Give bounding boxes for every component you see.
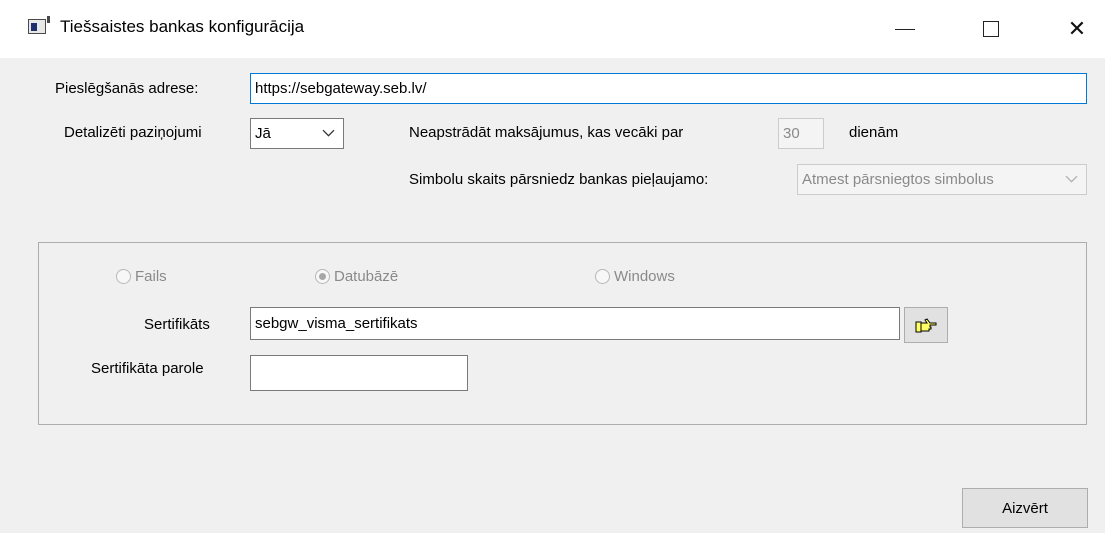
address-label: Pieslēgšanās adrese: — [55, 80, 199, 97]
radio-windows-label: Windows — [614, 268, 675, 285]
address-value: https://sebgateway.seb.lv/ — [255, 80, 427, 97]
skip-payments-label: Neapstrādāt maksājumus, kas vecāki par — [409, 124, 684, 141]
close-button[interactable]: Aizvērt — [962, 488, 1088, 528]
skip-days-value: 30 — [783, 125, 800, 142]
close-icon: ✕ — [1067, 16, 1087, 41]
radio-circle — [595, 269, 610, 284]
skip-days-input[interactable]: 30 — [778, 118, 824, 149]
close-button-label: Aizvērt — [1002, 499, 1048, 517]
password-label: Sertifikāta parole — [91, 360, 204, 377]
symbols-label: Simbolu skaits pārsniedz bankas pieļauja… — [409, 171, 709, 188]
detailed-notifications-value: Jā — [255, 125, 271, 142]
detailed-notifications-select[interactable]: Jā — [250, 118, 344, 149]
pointing-hand-icon — [915, 318, 937, 333]
title-bar: Tiešsaistes bankas konfigurācija ✕ — [0, 0, 1105, 58]
radio-circle — [116, 269, 131, 284]
app-window-icon — [28, 16, 50, 34]
minimize-button[interactable] — [882, 0, 928, 58]
window-title: Tiešsaistes bankas konfigurācija — [60, 17, 305, 36]
chevron-down-icon — [1065, 175, 1078, 183]
detailed-notifications-label: Detalizēti paziņojumi — [64, 124, 202, 141]
certificate-value: sebgw_visma_sertifikats — [255, 315, 418, 332]
radio-circle-checked — [315, 269, 330, 284]
certificate-label: Sertifikāts — [144, 316, 210, 333]
radio-windows[interactable]: Windows — [595, 268, 675, 285]
browse-certificate-button[interactable] — [904, 307, 948, 343]
maximize-icon — [983, 21, 999, 37]
minimize-icon — [895, 28, 915, 30]
radio-file-label: Fails — [135, 268, 167, 285]
password-input[interactable] — [250, 355, 468, 391]
radio-database[interactable]: Datubāzē — [315, 268, 398, 285]
radio-database-label: Datubāzē — [334, 268, 399, 285]
close-window-button[interactable]: ✕ — [1054, 0, 1100, 58]
days-unit-label: dienām — [849, 124, 899, 141]
symbols-value: Atmest pārsniegtos simbolus — [802, 171, 994, 188]
radio-file[interactable]: Fails — [116, 268, 167, 285]
maximize-button[interactable] — [968, 0, 1014, 58]
certificate-input[interactable]: sebgw_visma_sertifikats — [250, 307, 900, 340]
address-input[interactable]: https://sebgateway.seb.lv/ — [250, 73, 1087, 104]
chevron-down-icon — [322, 129, 335, 137]
symbols-select[interactable]: Atmest pārsniegtos simbolus — [797, 164, 1087, 195]
